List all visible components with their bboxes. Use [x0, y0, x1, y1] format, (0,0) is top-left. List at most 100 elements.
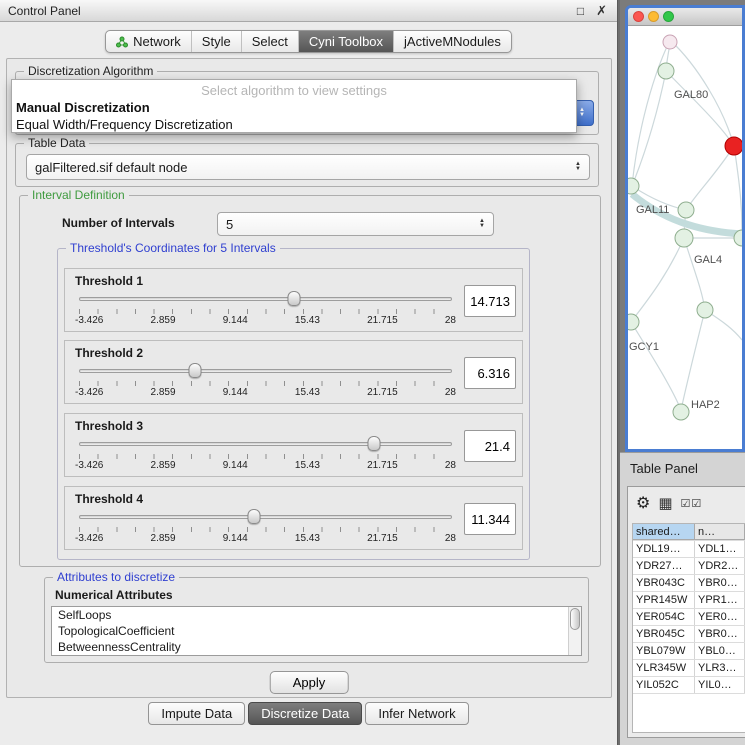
tab-discretize-data[interactable]: Discretize Data [248, 702, 362, 725]
table-row[interactable]: YDL19… YDL1… [633, 541, 745, 558]
close-icon[interactable]: ✗ [596, 3, 607, 19]
tab-impute-data[interactable]: Impute Data [148, 702, 245, 725]
apply-button[interactable]: Apply [270, 671, 349, 694]
tab-jactivemnodules[interactable]: jActiveMNodules [393, 31, 511, 52]
slider-track[interactable] [79, 515, 452, 519]
float-window-icon[interactable]: □ [577, 4, 584, 18]
slider-thumb[interactable] [188, 363, 201, 378]
checkbox-icon[interactable]: ☑ [691, 498, 702, 510]
threshold-slider[interactable] [79, 509, 452, 525]
threshold-value-input[interactable] [464, 430, 516, 462]
popup-option-equal-width[interactable]: Equal Width/Frequency Discretization [12, 116, 576, 133]
slider-track[interactable] [79, 297, 452, 301]
network-node[interactable] [675, 229, 693, 247]
tab-select[interactable]: Select [241, 31, 298, 52]
network-edge[interactable] [686, 146, 734, 210]
list-item[interactable]: SelfLoops [52, 607, 581, 623]
network-node[interactable] [628, 178, 639, 194]
tab-style[interactable]: Style [191, 31, 241, 52]
slider-thumb[interactable] [248, 509, 261, 524]
table-row[interactable]: YBL079W YBL0… [633, 643, 745, 660]
slider-thumb[interactable] [367, 436, 380, 451]
table-cell[interactable]: YIL052C [633, 677, 695, 693]
threshold-slider[interactable] [79, 291, 452, 307]
network-node[interactable] [658, 63, 674, 79]
table-row[interactable]: YLR345W YLR3… [633, 660, 745, 677]
network-edge[interactable] [632, 71, 666, 186]
table-data-combobox[interactable]: galFiltered.sif default node ▲ ▼ [26, 154, 590, 180]
scale-label: 2.859 [151, 460, 176, 471]
stepper-icon: ▲ ▼ [570, 162, 586, 172]
network-node[interactable] [673, 404, 689, 420]
gear-icon[interactable]: ⚙ [636, 493, 650, 513]
network-node[interactable] [697, 302, 713, 318]
threshold-slider[interactable] [79, 436, 452, 452]
table-cell[interactable]: YER0… [695, 609, 745, 625]
table-cell[interactable]: YBL0… [695, 643, 745, 659]
table-cell[interactable]: YPR1… [695, 592, 745, 608]
table-cell[interactable]: YER054C [633, 609, 695, 625]
table-row[interactable]: YIL052C YIL0… [633, 677, 745, 694]
network-edge[interactable] [666, 71, 734, 146]
checkbox-icons[interactable]: ☑☑ [681, 497, 703, 510]
table-row[interactable]: YER054C YER0… [633, 609, 745, 626]
table-cell[interactable]: YDR2… [695, 558, 745, 574]
table-row[interactable]: YBR043C YBR0… [633, 575, 745, 592]
network-edge[interactable] [684, 238, 705, 310]
table-cell[interactable]: YPR145W [633, 592, 695, 608]
table-cell[interactable]: YBR0… [695, 626, 745, 642]
table-cell[interactable]: YDL19… [633, 541, 695, 557]
slider-track[interactable] [79, 442, 452, 446]
table-row[interactable]: YPR145W YPR1… [633, 592, 745, 609]
control-panel-window: Control Panel □ ✗ Network Style [0, 0, 618, 745]
table-cell[interactable]: YBL079W [633, 643, 695, 659]
popup-prompt-option[interactable]: Select algorithm to view settings [12, 82, 576, 99]
popup-option-manual-discretization[interactable]: Manual Discretization [12, 99, 576, 116]
network-edge[interactable] [632, 40, 670, 186]
scale-label: 2.859 [151, 533, 176, 544]
table-cell[interactable]: YDR27… [633, 558, 695, 574]
mac-minimize-button[interactable] [648, 11, 659, 22]
slider-track[interactable] [79, 369, 452, 373]
scrollbar-track[interactable] [568, 607, 581, 655]
column-header-name[interactable]: n… [695, 524, 745, 540]
table-cell[interactable]: YLR3… [695, 660, 745, 676]
network-edge[interactable] [734, 146, 742, 231]
attributes-list[interactable]: SelfLoops TopologicalCoefficient Between… [51, 606, 582, 656]
slider-thumb[interactable] [288, 291, 301, 306]
list-item[interactable]: BetweennessCentrality [52, 639, 581, 655]
table-cell[interactable]: YBR0… [695, 575, 745, 591]
threshold-value-input[interactable] [464, 285, 516, 317]
tab-label: Network [133, 34, 181, 49]
num-intervals-combobox[interactable]: 5 ▲ ▼ [217, 212, 494, 236]
list-item[interactable]: TopologicalCoefficient [52, 623, 581, 639]
table-row[interactable]: YDR27… YDR2… [633, 558, 745, 575]
mac-zoom-button[interactable] [663, 11, 674, 22]
network-node[interactable] [628, 314, 639, 330]
threshold-value-input[interactable] [464, 503, 516, 535]
network-node-selected[interactable] [725, 137, 742, 155]
table-cell[interactable]: YLR345W [633, 660, 695, 676]
columns-icon[interactable]: ▦ [658, 494, 672, 512]
scrollbar-thumb[interactable] [570, 608, 580, 630]
column-header-shared-name[interactable]: shared… [633, 524, 695, 540]
checkbox-icon[interactable]: ☑ [681, 498, 692, 510]
network-edge[interactable] [631, 322, 681, 410]
network-node[interactable] [678, 202, 694, 218]
tab-network[interactable]: Network [106, 31, 191, 52]
network-edge[interactable] [681, 310, 705, 410]
table-cell[interactable]: YBR045C [633, 626, 695, 642]
table-row[interactable]: YBR045C YBR0… [633, 626, 745, 643]
threshold-slider[interactable] [79, 363, 452, 379]
network-node[interactable] [663, 35, 677, 49]
mac-close-button[interactable] [633, 11, 644, 22]
table-cell[interactable]: YBR043C [633, 575, 695, 591]
network-canvas[interactable]: GAL80 GAL11 GAL4 GCY1 HAP2 [628, 26, 742, 449]
tab-cyni-toolbox[interactable]: Cyni Toolbox [298, 31, 393, 52]
threshold-value-input[interactable] [464, 357, 516, 389]
table-cell[interactable]: YDL1… [695, 541, 745, 557]
tab-infer-network[interactable]: Infer Network [365, 702, 468, 725]
network-edge[interactable] [631, 238, 684, 322]
table-cell[interactable]: YIL0… [695, 677, 745, 693]
stepper-icon: ▲ ▼ [474, 219, 490, 229]
